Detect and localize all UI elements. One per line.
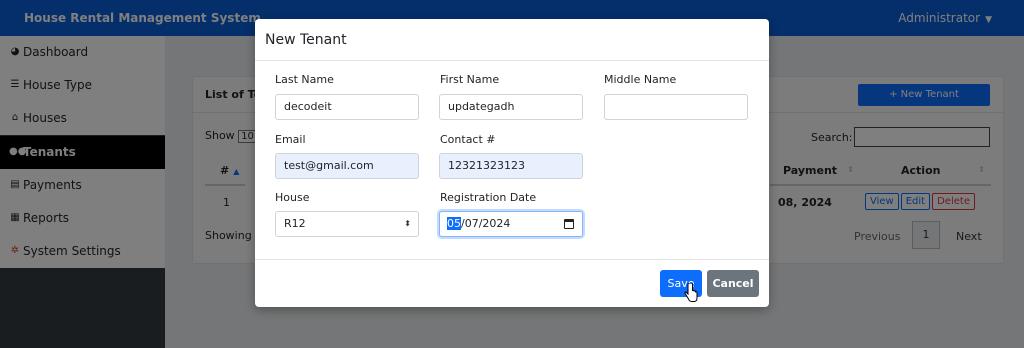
date-rest: /07/2024 <box>461 217 511 230</box>
new-tenant-modal: New Tenant Last Name decodeit First Name… <box>255 19 769 307</box>
last-name-label: Last Name <box>275 73 334 86</box>
hand-cursor-icon <box>684 283 698 302</box>
date-month-segment[interactable]: 05 <box>447 217 461 230</box>
contact-field[interactable]: 12321323123 <box>439 153 583 179</box>
email-field[interactable]: test@gmail.com <box>275 153 419 179</box>
contact-label: Contact # <box>440 133 496 146</box>
calendar-icon[interactable] <box>564 219 574 229</box>
house-label: House <box>275 191 310 204</box>
select-arrows-icon: ⬍ <box>404 219 411 228</box>
registration-date-label: Registration Date <box>440 191 537 204</box>
first-name-input[interactable]: updategadh <box>439 94 583 120</box>
cancel-button[interactable]: Cancel <box>707 270 759 297</box>
middle-name-label: Middle Name <box>604 73 677 86</box>
house-select[interactable]: R12 ⬍ <box>275 211 419 237</box>
modal-title: New Tenant <box>265 32 347 48</box>
divider <box>255 60 769 61</box>
first-name-label: First Name <box>440 73 500 86</box>
registration-date-input[interactable]: 05/07/2024 <box>439 211 583 237</box>
middle-name-input[interactable] <box>604 94 748 120</box>
divider <box>255 259 769 260</box>
last-name-input[interactable]: decodeit <box>275 94 419 120</box>
house-select-value: R12 <box>284 217 306 230</box>
email-label: Email <box>275 133 306 146</box>
